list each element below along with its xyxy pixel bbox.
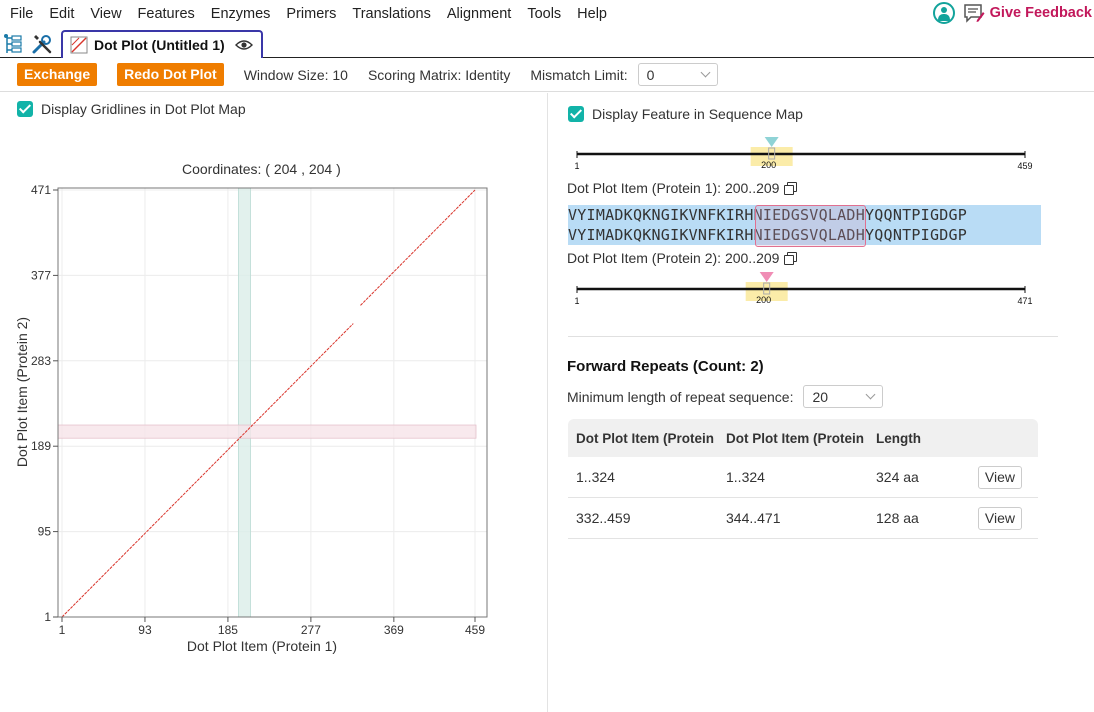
chevron-down-icon xyxy=(700,67,711,78)
window-size-label: Window Size: 10 xyxy=(243,66,348,83)
gridlines-label: Display Gridlines in Dot Plot Map xyxy=(41,101,246,117)
dot-plot-toolbar: Exchange Redo Dot Plot Window Size: 10 S… xyxy=(0,58,1094,92)
exchange-button[interactable]: Exchange xyxy=(17,63,98,86)
mismatch-limit-select[interactable]: 0 xyxy=(637,63,718,86)
repeat-segment xyxy=(360,189,476,306)
menu-primers[interactable]: Primers xyxy=(278,0,344,28)
map-marker-icon xyxy=(764,137,779,147)
column-header-protein-2[interactable]: Dot Plot Item (Protein 2) xyxy=(718,431,868,446)
map-end-label: 471 xyxy=(1017,296,1032,306)
x-axis-label: Dot Plot Item (Protein 1) xyxy=(187,638,337,654)
menu-alignment[interactable]: Alignment xyxy=(439,0,519,28)
copy-icon[interactable] xyxy=(784,252,798,265)
map-start-label: 1 xyxy=(574,296,579,306)
map-position-label: 200 xyxy=(761,160,776,170)
protein-1-range: Dot Plot Item (Protein 1): 200..209 xyxy=(567,180,780,196)
tab-bar: Dot Plot (Untitled 1) xyxy=(0,28,1094,58)
y-tick-label: 283 xyxy=(31,354,51,368)
cell-length: 324 aa xyxy=(876,469,919,485)
table-header: Dot Plot Item (Protein 1) Dot Plot Item … xyxy=(568,419,1038,457)
scoring-matrix-label: Scoring Matrix: Identity xyxy=(367,66,511,83)
y-axis-label: Dot Plot Item (Protein 2) xyxy=(14,317,30,467)
menu-edit[interactable]: Edit xyxy=(41,0,82,28)
tab-dot-plot[interactable]: Dot Plot (Untitled 1) xyxy=(61,30,263,58)
y-tick-label: 377 xyxy=(31,268,51,282)
feedback-icon xyxy=(963,4,985,23)
min-length-label: Minimum length of repeat sequence: xyxy=(567,388,794,405)
x-tick-label: 93 xyxy=(138,623,152,637)
x-tick-label: 459 xyxy=(465,623,485,637)
map-start-label: 1 xyxy=(574,161,579,171)
display-feature-checkbox[interactable] xyxy=(568,106,584,122)
sequence-map-protein-2[interactable]: 1 471 200 xyxy=(568,269,1033,309)
gridlines-toggle[interactable]: Display Gridlines in Dot Plot Map xyxy=(17,101,246,117)
mismatch-limit-label: Mismatch Limit: xyxy=(530,66,628,83)
map-end-label: 459 xyxy=(1017,161,1032,171)
x-tick-label: 1 xyxy=(59,623,66,637)
cell-length: 128 aa xyxy=(876,510,919,526)
repeat-segment xyxy=(61,323,354,618)
y-tick-label: 95 xyxy=(38,525,52,539)
column-header-protein-1[interactable]: Dot Plot Item (Protein 1) xyxy=(568,431,718,446)
view-button[interactable]: View xyxy=(977,506,1022,530)
highlight-band-y xyxy=(57,424,477,439)
panel-divider[interactable] xyxy=(547,93,548,712)
protein-1-range-label: Dot Plot Item (Protein 1): 200..209 xyxy=(567,180,798,196)
menu-enzymes[interactable]: Enzymes xyxy=(203,0,279,28)
feedback-label: Give Feedback xyxy=(989,5,1092,21)
cell-protein-2: 344..471 xyxy=(726,510,781,526)
tools-icon[interactable] xyxy=(30,32,54,56)
forward-repeats-title: Forward Repeats (Count: 2) xyxy=(567,358,764,375)
sequence-map-protein-1[interactable]: 1 459 200 xyxy=(568,134,1033,174)
dot-plot-chart[interactable]: 1 93 185 277 369 459 1 95 189 283 377 471 Dot Plot … xyxy=(0,178,500,668)
menu-features[interactable]: Features xyxy=(130,0,203,28)
menu-bar: File Edit View Features Enzymes Primers … xyxy=(0,0,1094,28)
dot-plot-icon xyxy=(70,36,88,54)
tree-view-icon[interactable] xyxy=(1,32,25,56)
table-row: 1..324 1..324 324 aa View xyxy=(568,457,1038,498)
give-feedback-button[interactable]: Give Feedback xyxy=(963,3,1092,23)
eye-icon[interactable] xyxy=(234,39,253,51)
menu-tools[interactable]: Tools xyxy=(519,0,569,28)
menu-translations[interactable]: Translations xyxy=(344,0,438,28)
column-header-length[interactable]: Length xyxy=(868,431,968,446)
x-tick-label: 369 xyxy=(384,623,404,637)
min-length-select[interactable]: 20 xyxy=(803,385,884,408)
min-length-row: Minimum length of repeat sequence: 20 xyxy=(567,385,884,408)
menu-file[interactable]: File xyxy=(0,0,41,28)
y-tick-label: 471 xyxy=(31,183,51,197)
gridlines-checkbox[interactable] xyxy=(17,101,33,117)
protein-2-range-label: Dot Plot Item (Protein 2): 200..209 xyxy=(567,250,798,266)
highlight-band-x xyxy=(238,187,251,618)
map-marker-icon xyxy=(759,272,774,282)
cell-protein-1: 1..324 xyxy=(576,469,615,485)
map-position-label: 200 xyxy=(756,295,771,305)
min-length-value: 20 xyxy=(812,388,829,405)
cell-protein-1: 332..459 xyxy=(576,510,631,526)
table-row: 332..459 344..471 128 aa View xyxy=(568,498,1038,539)
chevron-down-icon xyxy=(866,389,876,400)
coordinates-readout: Coordinates: ( 204 , 204 ) xyxy=(182,161,341,177)
display-feature-toggle[interactable]: Display Feature in Sequence Map xyxy=(568,106,803,122)
user-avatar-icon[interactable] xyxy=(932,2,955,24)
copy-icon[interactable] xyxy=(784,182,798,195)
y-tick-label: 189 xyxy=(31,439,51,453)
view-button[interactable]: View xyxy=(977,465,1022,489)
header-actions: Give Feedback xyxy=(932,2,1092,24)
cell-protein-2: 1..324 xyxy=(726,469,765,485)
protein-2-range: Dot Plot Item (Protein 2): 200..209 xyxy=(567,250,780,266)
menu-help[interactable]: Help xyxy=(569,0,615,28)
redo-dot-plot-button[interactable]: Redo Dot Plot xyxy=(117,63,224,86)
display-feature-label: Display Feature in Sequence Map xyxy=(592,106,803,122)
sequence-match-highlight xyxy=(755,205,866,247)
x-tick-label: 185 xyxy=(218,623,238,637)
x-tick-label: 277 xyxy=(301,623,321,637)
plot-frame xyxy=(57,187,488,618)
section-divider xyxy=(568,336,1058,337)
y-tick-label: 1 xyxy=(44,610,51,624)
forward-repeats-table: Dot Plot Item (Protein 1) Dot Plot Item … xyxy=(568,419,1038,539)
tab-title: Dot Plot (Untitled 1) xyxy=(94,37,225,53)
menu-view[interactable]: View xyxy=(82,0,129,28)
mismatch-limit-value: 0 xyxy=(646,66,655,83)
